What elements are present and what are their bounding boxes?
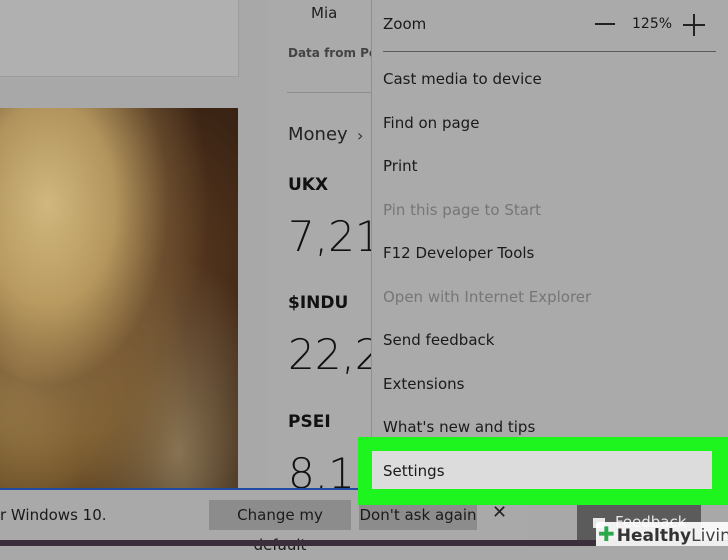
top-card: [0, 0, 239, 77]
menu-divider: [383, 51, 716, 52]
zoom-out-icon[interactable]: [595, 23, 615, 25]
zoom-level: 125%: [632, 16, 673, 32]
menu-item-developer-tools[interactable]: F12 Developer Tools: [383, 244, 534, 262]
menu-item-print[interactable]: Print: [383, 157, 418, 175]
settings-label: Settings: [383, 462, 445, 480]
watermark-suffix: Living: [691, 526, 728, 546]
menu-item-whats-new[interactable]: What's new and tips: [383, 418, 535, 436]
chevron-right-icon[interactable]: ›: [357, 126, 363, 145]
news-photo[interactable]: [0, 108, 238, 490]
menu-item-cast-media[interactable]: Cast media to device: [383, 70, 542, 88]
menu-item-find-on-page[interactable]: Find on page: [383, 114, 479, 132]
ticker-symbol: $INDU: [288, 293, 349, 313]
watermark-logo: ✚HealthyLiving: [596, 522, 728, 546]
menu-item-open-with-ie: Open with Internet Explorer: [383, 288, 592, 306]
menu-item-pin-to-start: Pin this page to Start: [383, 201, 541, 219]
close-icon[interactable]: ✕: [492, 502, 507, 523]
zoom-in-icon[interactable]: [683, 14, 705, 36]
ticker-symbol: UKX: [288, 175, 329, 195]
change-default-button[interactable]: Change my default: [209, 500, 351, 554]
menu-item-send-feedback[interactable]: Send feedback: [383, 331, 494, 349]
ticker-value: 22,2: [288, 330, 372, 379]
data-source-label: Data from Pe: [288, 46, 372, 60]
money-section-link[interactable]: Money: [288, 124, 348, 145]
menu-item-extensions[interactable]: Extensions: [383, 375, 464, 393]
watermark-brand: Healthy: [616, 526, 692, 546]
divider: [287, 92, 372, 93]
zoom-label: Zoom: [383, 15, 427, 33]
user-name: Mia: [311, 4, 338, 22]
ticker-value: 7,215: [288, 212, 372, 261]
plus-icon: ✚: [598, 522, 615, 546]
notification-text: r Windows 10.: [0, 506, 107, 524]
ticker-symbol: PSEI: [288, 412, 331, 432]
